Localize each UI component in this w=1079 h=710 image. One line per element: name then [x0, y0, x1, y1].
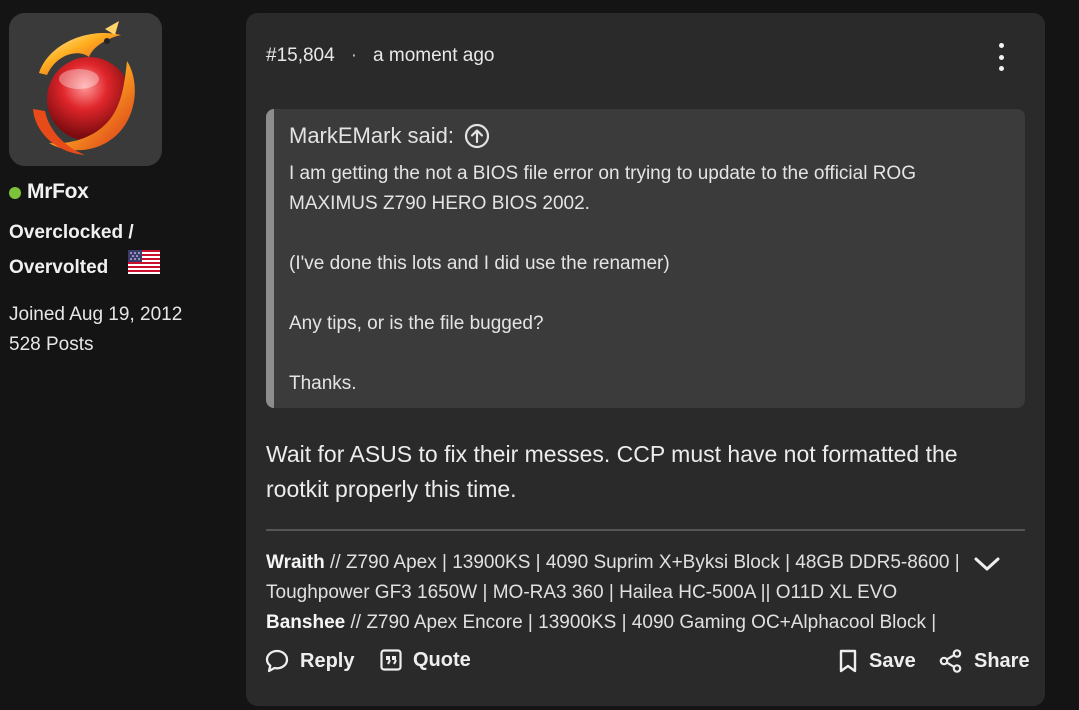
post-actions: Reply Quote Save Share [264, 648, 1030, 682]
quote-author[interactable]: MarkEMark said: [289, 123, 454, 149]
quote-header: MarkEMark said: [289, 123, 490, 149]
arrow-up-circle-icon[interactable] [464, 123, 490, 149]
quote-label: Quote [413, 648, 471, 671]
sig-rig2-specs: // Z790 Apex Encore | 13900KS | 4090 Gam… [345, 612, 937, 632]
username-link[interactable]: MrFox [27, 180, 89, 204]
avatar[interactable] [9, 13, 162, 166]
sig-rig1-name: Wraith [266, 552, 325, 573]
header-separator: · [350, 45, 358, 66]
share-icon [939, 649, 962, 673]
reply-bubble-icon [265, 649, 289, 673]
post-timestamp[interactable]: a moment ago [373, 45, 494, 67]
username-row: MrFox [9, 180, 234, 204]
quote-block: MarkEMark said: I am getting the not a B… [266, 109, 1025, 408]
quote-icon [380, 649, 402, 671]
sig-rig2-name: Banshee [266, 612, 346, 632]
share-label: Share [974, 649, 1030, 672]
post-number-link[interactable]: #15,804 [266, 45, 335, 67]
user-rank: Overclocked / Overvolted [9, 216, 234, 286]
save-button[interactable]: Save [837, 648, 916, 674]
quote-paragraph: Any tips, or is the file bugged? [289, 313, 544, 334]
post-count: 528 Posts [9, 334, 94, 355]
quote-button[interactable]: Quote [379, 648, 471, 672]
post-header: #15,804 · a moment ago [266, 45, 494, 67]
more-vertical-icon[interactable] [991, 43, 1011, 71]
post-body: Wait for ASUS to fix their messes. CCP m… [266, 441, 958, 502]
signature: Wraith // Z790 Apex | 13900KS | 4090 Sup… [266, 548, 986, 632]
online-status-dot [9, 187, 21, 199]
user-info-panel: MrFox Overclocked / Overvolted Joined Au… [9, 13, 234, 360]
rank-line-2: Overvolted [9, 257, 109, 278]
reply-button[interactable]: Reply [264, 648, 354, 674]
quote-paragraph: (I've done this lots and I did use the r… [289, 253, 670, 274]
quote-paragraph: Thanks. [289, 373, 357, 394]
rank-line-1: Overclocked / [9, 222, 134, 243]
sig-rig1-specs: // Z790 Apex | 13900KS | 4090 Suprim X+B… [266, 552, 960, 603]
signature-divider [266, 529, 1025, 531]
quote-body: I am getting the not a BIOS file error o… [289, 159, 1009, 399]
fox-avatar-image [9, 13, 162, 166]
save-label: Save [869, 649, 916, 672]
bookmark-icon [839, 649, 857, 673]
chevron-down-icon[interactable] [973, 553, 1001, 580]
quote-bar [266, 109, 274, 408]
user-stats: Joined Aug 19, 2012 528 Posts [9, 300, 234, 360]
join-date: Joined Aug 19, 2012 [9, 304, 183, 325]
reply-label: Reply [300, 649, 355, 672]
post-card: #15,804 · a moment ago MarkEMark said: I… [246, 13, 1045, 706]
share-button[interactable]: Share [938, 648, 1030, 674]
us-flag-icon [128, 250, 161, 286]
quote-paragraph: I am getting the not a BIOS file error o… [289, 163, 916, 214]
